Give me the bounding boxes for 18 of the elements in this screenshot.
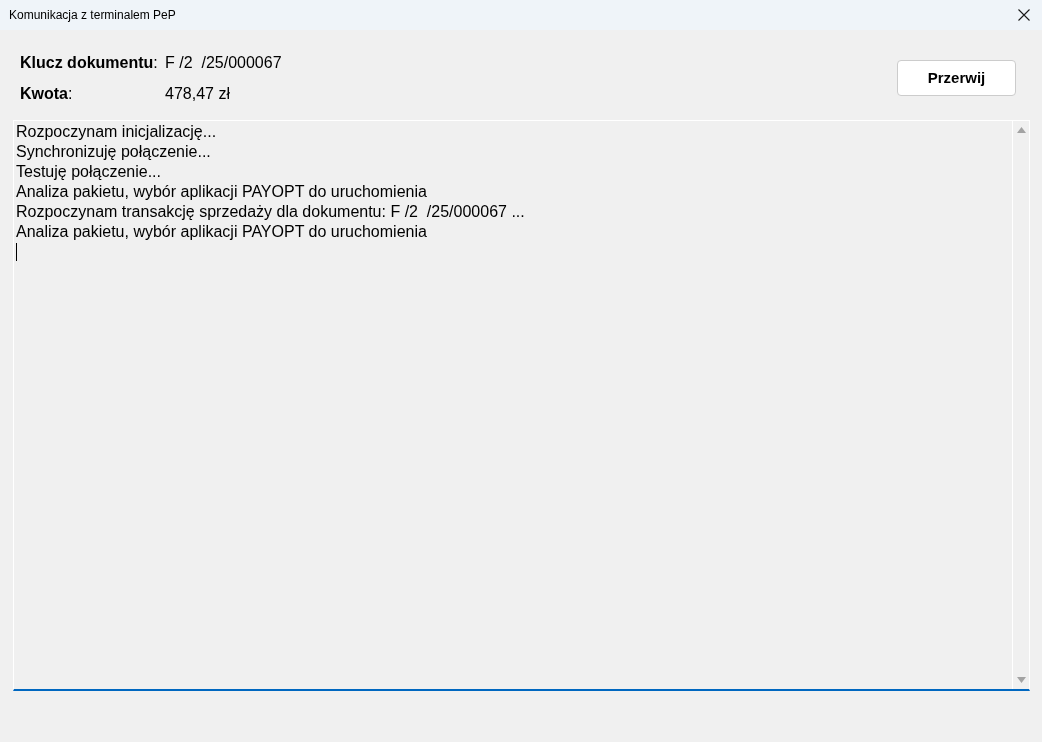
- log-line: Testuję połączenie...: [16, 162, 161, 182]
- scrollbar[interactable]: [1012, 121, 1029, 689]
- close-icon: [1018, 9, 1030, 21]
- document-key-value: F /2 /25/000067: [165, 53, 282, 73]
- amount-label: Kwota:: [20, 84, 74, 104]
- log-line: Rozpoczynam transakcję sprzedaży dla dokumentu: F /2 /25/000067 ...: [16, 202, 525, 222]
- text-cursor-icon: [16, 243, 17, 261]
- amount-value: 478,47 zł: [165, 84, 230, 104]
- abort-button[interactable]: Przerwij: [897, 60, 1016, 96]
- scroll-up-arrow-icon[interactable]: [1016, 127, 1026, 133]
- log-line: Analiza pakietu, wybór aplikacji PAYOPT do uruchomienia: [16, 182, 427, 202]
- document-key-label: Klucz dokumentu:: [20, 53, 159, 73]
- scroll-down-arrow-icon[interactable]: [1016, 677, 1026, 683]
- window-title: Komunikacja z terminalem PeP: [9, 8, 176, 22]
- log-line: Analiza pakietu, wybór aplikacji PAYOPT do uruchomienia: [16, 222, 427, 242]
- log-text-area[interactable]: [13, 120, 1030, 691]
- log-line: Rozpoczynam inicjalizację...: [16, 122, 217, 142]
- log-line: Synchronizuję połączenie...: [16, 142, 211, 162]
